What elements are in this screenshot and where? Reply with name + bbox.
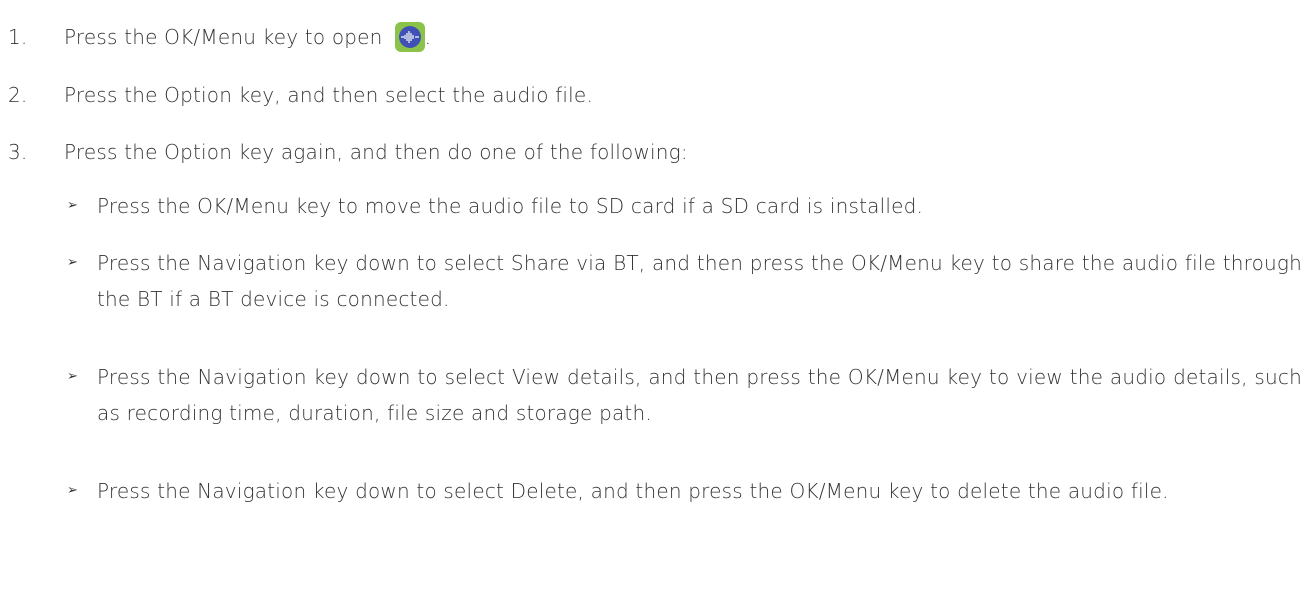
arrow-bullet-icon: ➢ xyxy=(67,255,79,270)
bullet-item-share-via-bt: ➢ Press the Navigation key down to selec… xyxy=(67,245,1302,317)
step-text: Press the OK/Menu key to open xyxy=(64,25,383,49)
step-text-suffix: . xyxy=(424,25,432,49)
arrow-bullet-icon: ➢ xyxy=(67,198,79,213)
step-number: 3. xyxy=(8,140,28,164)
step-text: Press the Option key again, and then do … xyxy=(64,140,688,164)
bullet-text: Press the Navigation key down to select … xyxy=(97,479,1169,503)
bullet-item-delete: ➢ Press the Navigation key down to selec… xyxy=(67,473,1302,509)
step-number: 1. xyxy=(8,25,28,49)
step-number: 2. xyxy=(8,83,28,107)
instructions-document: 1. Press the OK/Menu key to open . 2. Pr… xyxy=(0,0,1306,597)
step-text: Press the Option key, and then select th… xyxy=(64,83,593,107)
step-2: 2. Press the Option key, and then select… xyxy=(8,80,593,110)
bullet-text: Press the OK/Menu key to move the audio … xyxy=(97,194,924,218)
arrow-bullet-icon: ➢ xyxy=(67,483,79,498)
bullet-text: Press the Navigation key down to select … xyxy=(97,251,1302,311)
bullet-item-move-to-sd: ➢ Press the OK/Menu key to move the audi… xyxy=(67,188,1302,224)
arrow-bullet-icon: ➢ xyxy=(67,369,79,384)
waveform-icon xyxy=(398,26,421,48)
step-3: 3. Press the Option key again, and then … xyxy=(8,137,688,167)
step-1: 1. Press the OK/Menu key to open . xyxy=(8,22,431,52)
bullet-item-view-details: ➢ Press the Navigation key down to selec… xyxy=(67,359,1302,431)
bullet-text: Press the Navigation key down to select … xyxy=(97,365,1302,425)
voice-recorder-app-icon xyxy=(394,22,425,52)
